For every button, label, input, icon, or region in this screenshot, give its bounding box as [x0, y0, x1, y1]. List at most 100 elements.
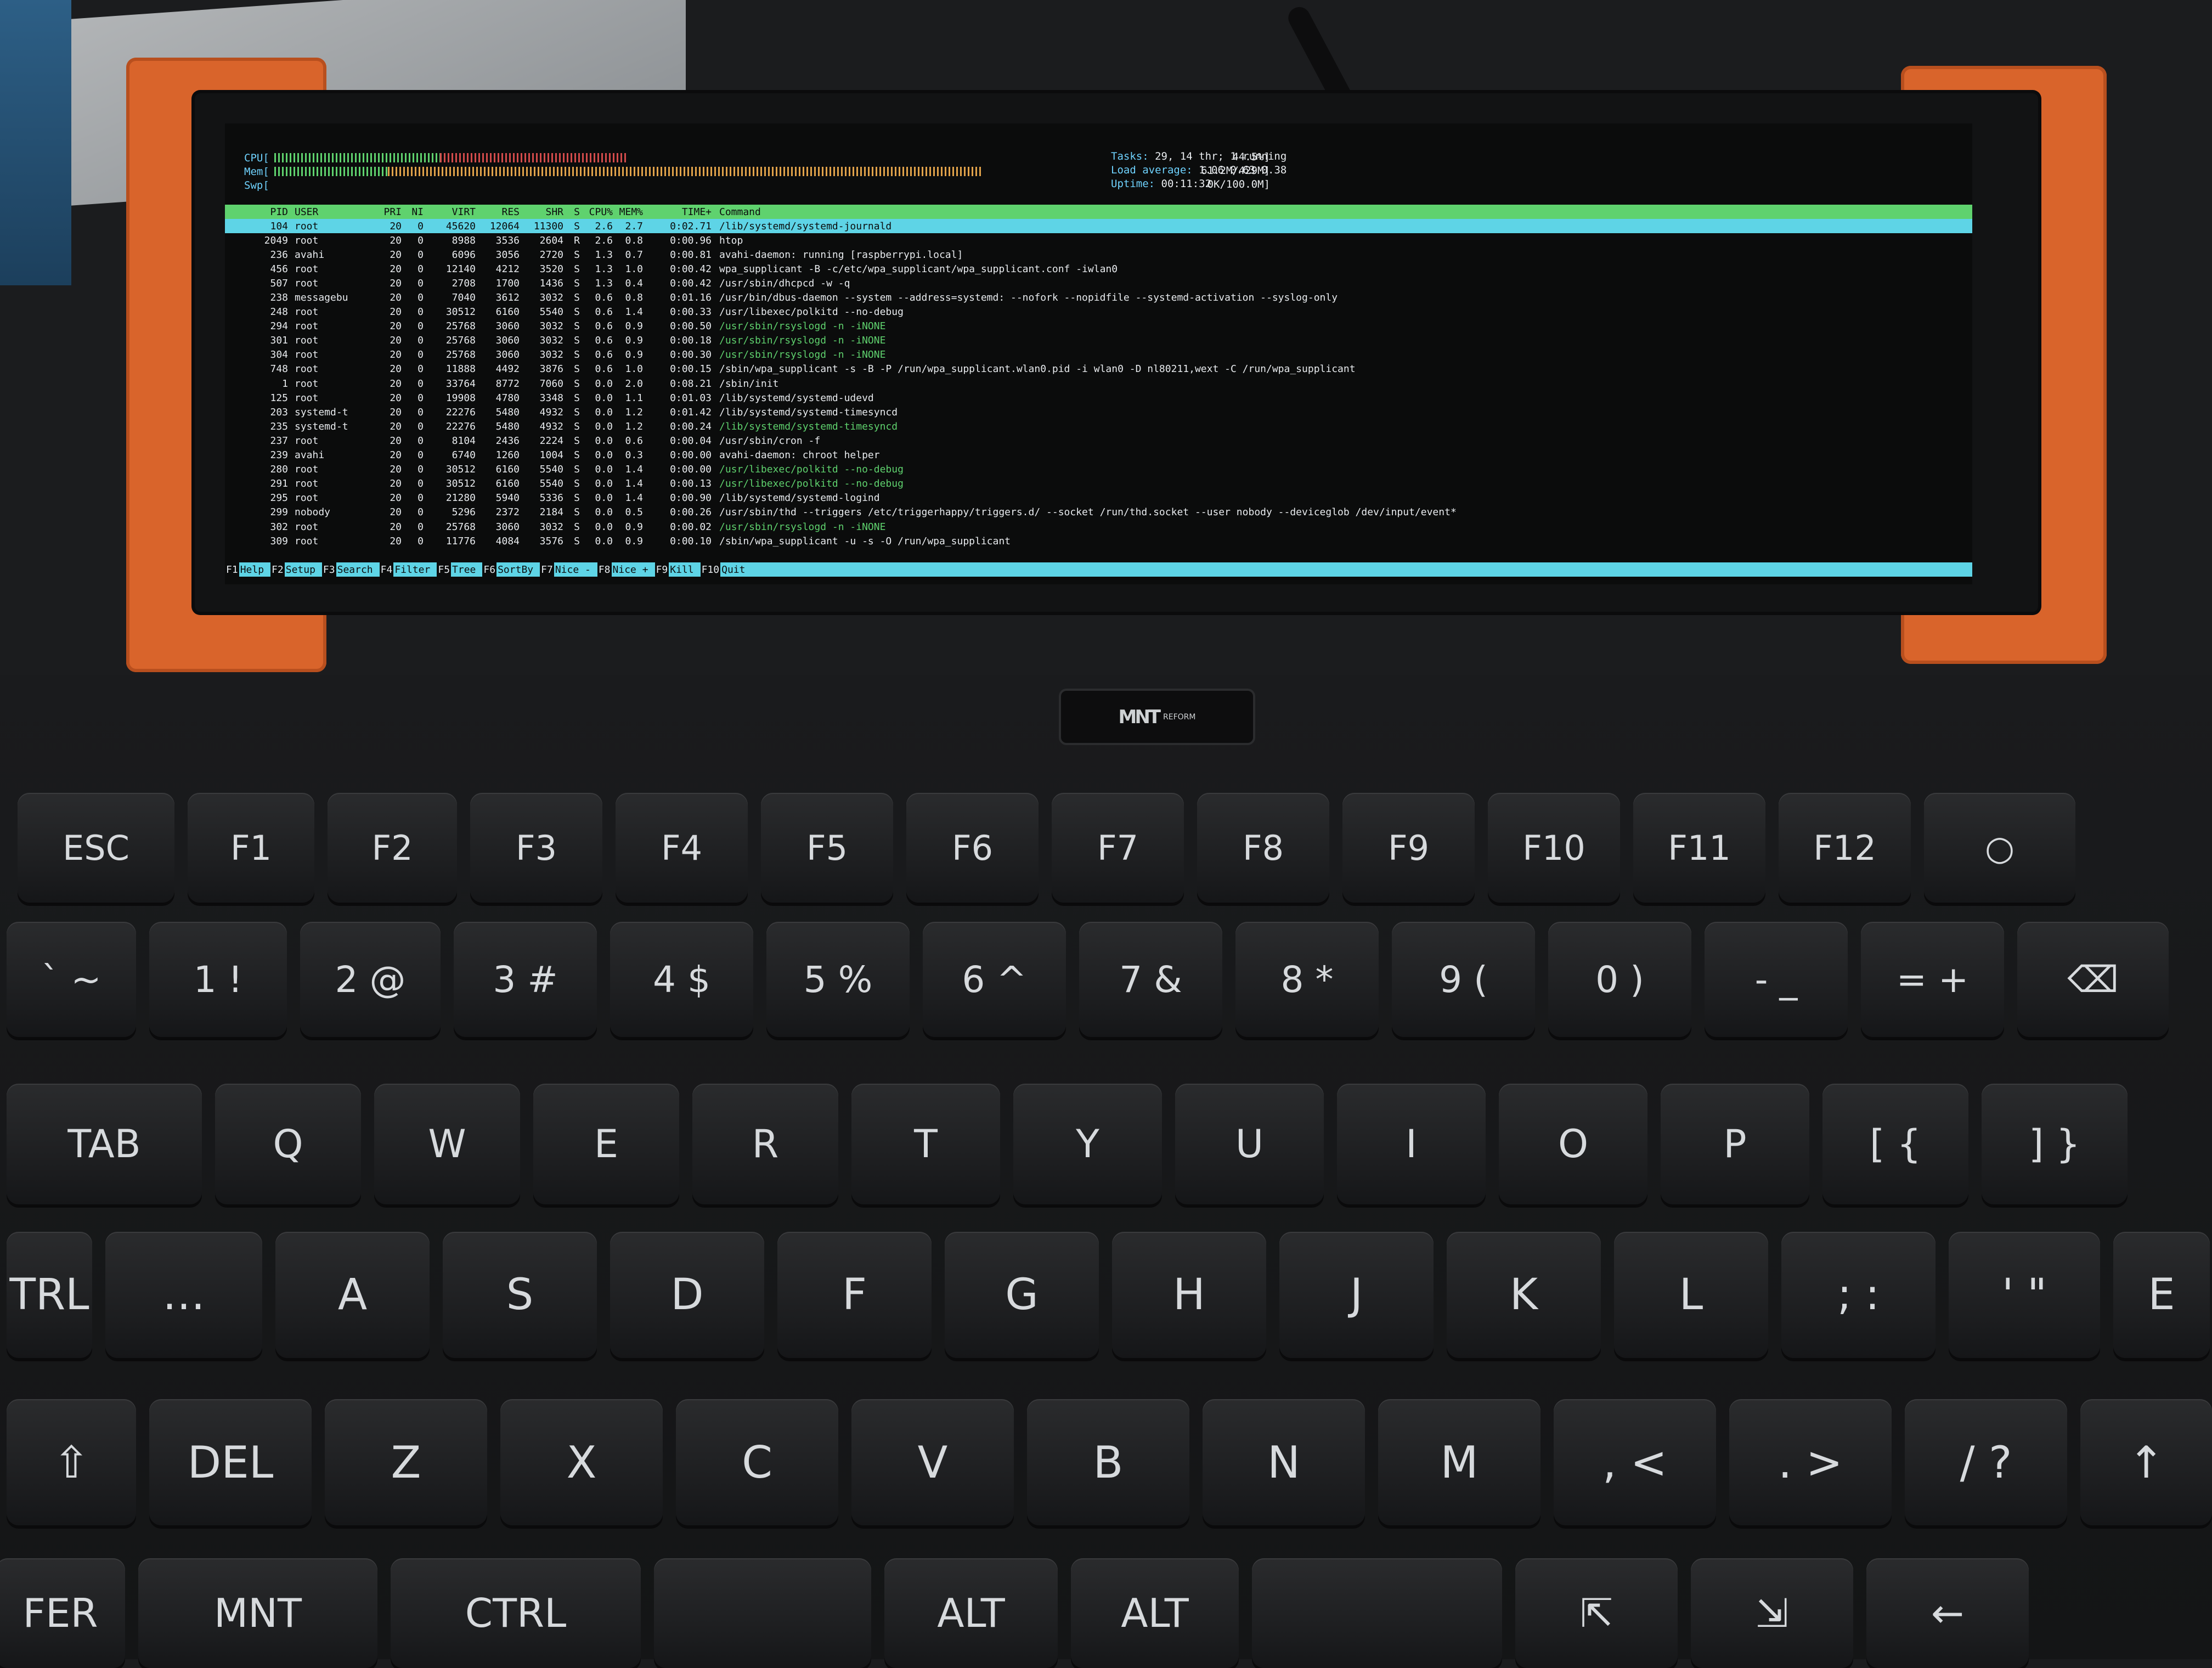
- key-p[interactable]: P: [1661, 1084, 1809, 1204]
- process-row[interactable]: 203 systemd-t 20 0 22276 5480 4932 S 0.0 1.2 0:01.…: [225, 405, 1972, 419]
- key-s[interactable]: S: [443, 1232, 597, 1358]
- col-command[interactable]: Command: [712, 206, 761, 218]
- key-symbol-10[interactable]: . >: [1729, 1399, 1892, 1525]
- fkey-tree[interactable]: F5 Tree: [437, 562, 482, 577]
- key-symbol-0[interactable]: ⇧: [7, 1399, 136, 1525]
- fkey-sortby[interactable]: F6 SortBy: [482, 562, 540, 577]
- process-row[interactable]: 304 root 20 0 25768 3060 3032 S 0.6 0.9 0:00.30/us…: [225, 348, 1972, 362]
- process-row[interactable]: 235 systemd-t 20 0 22276 5480 4932 S 0.0 1.2 0:00.…: [225, 419, 1972, 433]
- col-pid[interactable]: PID: [225, 206, 288, 218]
- process-row[interactable]: 280 root 20 0 30512 6160 5540 S 0.0 1.4 0:00.00/us…: [225, 463, 1972, 477]
- key-x[interactable]: X: [500, 1399, 663, 1525]
- key-f11[interactable]: F11: [1633, 793, 1765, 903]
- fkey-setup[interactable]: F2 Setup: [270, 562, 322, 577]
- key-trl[interactable]: TRL: [7, 1232, 92, 1358]
- process-row[interactable]: 237 root 20 0 8104 2436 2224 S 0.0 0.6 0:00.04/usr…: [225, 433, 1972, 448]
- key-t[interactable]: T: [851, 1084, 1000, 1204]
- key-f4[interactable]: F4: [616, 793, 748, 903]
- key-fer[interactable]: FER: [0, 1558, 125, 1668]
- fkey-quit[interactable]: F10 Quit: [700, 562, 752, 577]
- key-symbol-11[interactable]: ; :: [1781, 1232, 1936, 1358]
- key-l[interactable]: L: [1614, 1232, 1768, 1358]
- key-symbol-13[interactable]: ○: [1924, 793, 2075, 903]
- key-f[interactable]: F: [777, 1232, 932, 1358]
- key-symbol-9[interactable]: , <: [1554, 1399, 1716, 1525]
- key-g[interactable]: G: [945, 1232, 1099, 1358]
- fkey-nice[interactable]: F7 Nice -: [540, 562, 597, 577]
- col-time[interactable]: TIME+: [643, 206, 712, 218]
- process-row[interactable]: 309 root 20 0 11776 4084 3576 S 0.0 0.9 0:00.10/sb…: [225, 534, 1972, 548]
- key-n[interactable]: N: [1203, 1399, 1365, 1525]
- key-symbol-12[interactable]: ' ": [1949, 1232, 2100, 1358]
- col-virt[interactable]: VIRT: [424, 206, 476, 218]
- key-symbol-12[interactable]: = +: [1861, 922, 2004, 1037]
- key-mnt[interactable]: MNT: [138, 1558, 377, 1668]
- key-w[interactable]: W: [374, 1084, 520, 1204]
- key-f5[interactable]: F5: [761, 793, 893, 903]
- key-9[interactable]: 9 (: [1392, 922, 1535, 1037]
- key-u[interactable]: U: [1175, 1084, 1324, 1204]
- key-blank[interactable]: [654, 1558, 871, 1668]
- key-alt[interactable]: ALT: [1071, 1558, 1239, 1668]
- key-i[interactable]: I: [1337, 1084, 1486, 1204]
- col-res[interactable]: RES: [476, 206, 520, 218]
- key-k[interactable]: K: [1447, 1232, 1601, 1358]
- key-symbol-11[interactable]: / ?: [1905, 1399, 2067, 1525]
- key-v[interactable]: V: [851, 1399, 1014, 1525]
- col-user[interactable]: USER: [288, 206, 374, 218]
- key-3[interactable]: 3 #: [454, 922, 597, 1037]
- col-ni[interactable]: NI: [402, 206, 424, 218]
- key-o[interactable]: O: [1499, 1084, 1647, 1204]
- key-6[interactable]: 6 ^: [923, 922, 1066, 1037]
- process-table-header[interactable]: PID USER PRI NI VIRT RES SHR S CPU% MEM%…: [225, 205, 1972, 219]
- key-q[interactable]: Q: [215, 1084, 361, 1204]
- key-5[interactable]: 5 %: [766, 922, 910, 1037]
- key-symbol-11[interactable]: - _: [1705, 922, 1848, 1037]
- key-c[interactable]: C: [676, 1399, 838, 1525]
- key-a[interactable]: A: [275, 1232, 430, 1358]
- process-row[interactable]: 748 root 20 0 11888 4492 3876 S 0.6 1.0 0:00.15/sb…: [225, 362, 1972, 376]
- key-f10[interactable]: F10: [1488, 793, 1620, 903]
- key-symbol-13[interactable]: ⌫: [2017, 922, 2169, 1037]
- key-8[interactable]: 8 *: [1235, 922, 1379, 1037]
- key-blank[interactable]: [1252, 1558, 1502, 1668]
- key-2[interactable]: 2 @: [300, 922, 441, 1037]
- key-del[interactable]: DEL: [149, 1399, 312, 1525]
- key-e[interactable]: E: [2113, 1232, 2210, 1358]
- fkey-nice[interactable]: F8 Nice +: [597, 562, 655, 577]
- process-row[interactable]: 104 root 20 0 45620 12064 11300 S 2.6 2.7 0:02.71 /…: [225, 219, 1972, 234]
- process-row[interactable]: 456 root 20 0 12140 4212 3520 S 1.3 1.0 0:00.42 wpa…: [225, 262, 1972, 276]
- key-z[interactable]: Z: [325, 1399, 487, 1525]
- process-row[interactable]: 302 root 20 0 25768 3060 3032 S 0.0 0.9 0:00.02/us…: [225, 520, 1972, 534]
- key-symbol-12[interactable]: ↑: [2080, 1399, 2212, 1525]
- key-4[interactable]: 4 $: [610, 922, 753, 1037]
- key-symbol-12[interactable]: ] }: [1982, 1084, 2128, 1204]
- key-f2[interactable]: F2: [328, 793, 457, 903]
- key-f3[interactable]: F3: [470, 793, 602, 903]
- key-m[interactable]: M: [1378, 1399, 1541, 1525]
- key-tab[interactable]: TAB: [7, 1084, 202, 1204]
- fkey-help[interactable]: F1 Help: [225, 562, 270, 577]
- key-symbol-11[interactable]: [ {: [1822, 1084, 1968, 1204]
- col-pri[interactable]: PRI: [374, 206, 402, 218]
- process-row[interactable]: 1 root 20 0 33764 8772 7060 S 0.0 2.0 0:08.21/sbin…: [225, 376, 1972, 391]
- key-d[interactable]: D: [610, 1232, 764, 1358]
- key-f6[interactable]: F6: [906, 793, 1039, 903]
- process-row[interactable]: 238 messagebu 20 0 7040 3612 3032 S 0.6 0.8 0:01.1…: [225, 290, 1972, 305]
- key-ctrl[interactable]: CTRL: [391, 1558, 641, 1668]
- key-symbol-0[interactable]: ` ~: [7, 922, 136, 1037]
- key-alt[interactable]: ALT: [884, 1558, 1058, 1668]
- process-row[interactable]: 507 root 20 0 2708 1700 1436 S 1.3 0.4 0:00.42/usr…: [225, 276, 1972, 290]
- process-row[interactable]: 295 root 20 0 21280 5940 5336 S 0.0 1.4 0:00.90/li…: [225, 491, 1972, 505]
- key-f12[interactable]: F12: [1779, 793, 1911, 903]
- key-h[interactable]: H: [1112, 1232, 1266, 1358]
- col-state[interactable]: S: [563, 206, 580, 218]
- key-0[interactable]: 0 ): [1548, 922, 1691, 1037]
- key-f9[interactable]: F9: [1342, 793, 1475, 903]
- key-b[interactable]: B: [1027, 1399, 1189, 1525]
- col-mem[interactable]: MEM%: [613, 206, 643, 218]
- process-row[interactable]: 301 root 20 0 25768 3060 3032 S 0.6 0.9 0:00.18/us…: [225, 334, 1972, 348]
- process-row[interactable]: 125 root 20 0 19908 4780 3348 S 0.0 1.1 0:01.03/li…: [225, 391, 1972, 405]
- key-f7[interactable]: F7: [1052, 793, 1184, 903]
- key-symbol-1[interactable]: …: [105, 1232, 262, 1358]
